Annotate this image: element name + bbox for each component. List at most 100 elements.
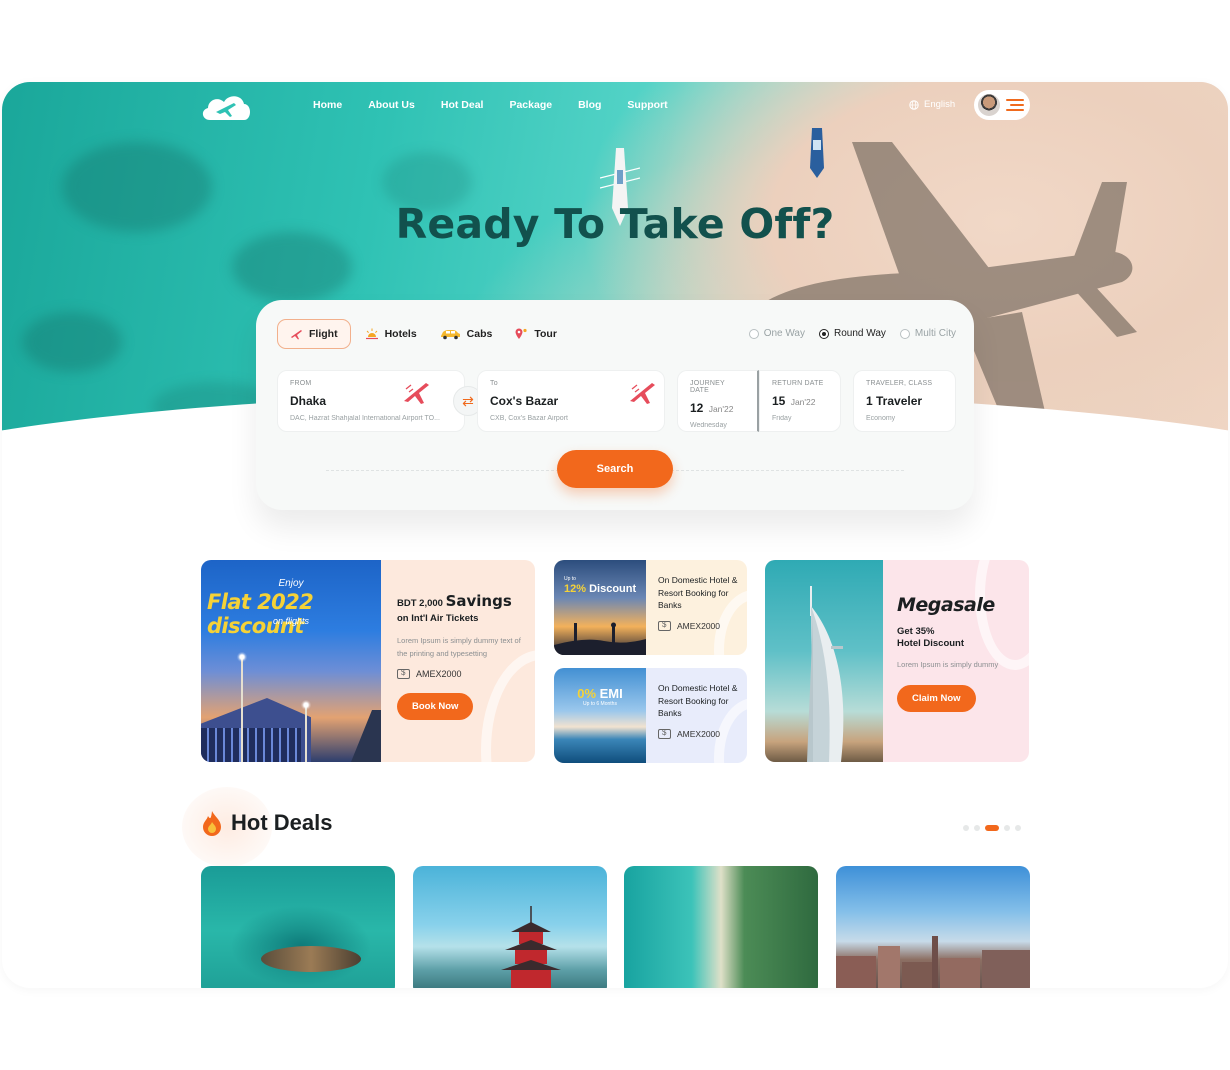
deal-card-city[interactable] <box>836 866 1030 988</box>
service-tabs: Flight Hotels Cabs Tour <box>277 319 579 349</box>
avatar <box>978 94 1000 116</box>
globe-icon <box>909 99 919 110</box>
promo-megasale-sub-1: Get 35% <box>897 626 935 637</box>
promo-image-tag: Up to 12% Discount <box>564 576 636 595</box>
radio-label: Multi City <box>914 328 956 339</box>
promo-flight-discount[interactable]: Enjoy Flat 2022 discount on flights BDT … <box>201 560 535 762</box>
promo-flight-highlight: Savings <box>445 592 512 610</box>
burj-al-arab-tower <box>807 586 844 762</box>
claim-now-button[interactable]: Claim Now <box>897 685 976 712</box>
terminal-glass <box>201 728 301 762</box>
nav-link-hot-deal[interactable]: Hot Deal <box>441 99 484 111</box>
hamburger-menu-icon[interactable] <box>1006 99 1024 111</box>
promo-flight-text: BDT 2,000 Savings on Int'l Air Tickets L… <box>397 592 525 720</box>
plane-icon <box>291 330 302 340</box>
profile-menu[interactable] <box>974 90 1030 120</box>
promo-emi-title: On Domestic Hotel & Resort Booking for B… <box>658 683 738 718</box>
radio-multi-city[interactable]: Multi City <box>899 328 956 339</box>
deal-card-island[interactable] <box>624 866 818 988</box>
traveler-class-field[interactable]: TRAVELER, CLASS 1 Traveler Economy <box>853 370 956 432</box>
promo-image-tag: 0% EMI Up to 6 Months <box>554 686 646 707</box>
from-field[interactable]: FROM Dhaka DAC, Hazrat Shahjalal Interna… <box>277 370 465 432</box>
traveler-value: 1 Traveler <box>866 394 923 408</box>
page-frame: Ready To Take Off? Home About Us Hot Dea… <box>2 82 1228 988</box>
nav-links: Home About Us Hot Deal Package Blog Supp… <box>313 99 694 111</box>
journey-month: Jan'22 <box>708 404 734 414</box>
coupon-icon <box>658 620 671 631</box>
coupon-code: AMEX2000 <box>397 668 525 679</box>
journey-date-label: JOURNEY DATE <box>690 380 725 394</box>
promo-megasale-text: Megasale Get 35% Hotel Discount Lorem Ip… <box>897 594 1022 712</box>
tab-flight[interactable]: Flight <box>277 319 351 349</box>
language-label: English <box>924 99 956 110</box>
promo-megasale-title: Megasale <box>897 594 995 616</box>
promo-flight-prefix: BDT 2,000 <box>397 598 443 609</box>
promo-megasale-sub-2: Hotel Discount <box>897 638 965 649</box>
deal-card-pagoda[interactable] <box>413 866 607 988</box>
promo-flight-desc: Lorem Ipsum is simply dummy text of the … <box>397 636 521 658</box>
coupon-text: AMEX2000 <box>416 669 462 679</box>
radio-label: Round Way <box>834 328 886 339</box>
location-pin-icon <box>515 328 527 339</box>
return-date-label: RETURN DATE <box>772 380 824 387</box>
language-selector[interactable]: English <box>909 99 955 110</box>
book-now-button[interactable]: Book Now <box>397 693 474 720</box>
promo-image-enjoy: Enjoy <box>278 578 304 589</box>
hot-deals-header: Hot Deals <box>201 810 332 836</box>
tag-upto: Up to <box>564 576 576 582</box>
search-button[interactable]: Search <box>557 450 673 488</box>
promo-hotel-discount[interactable]: Up to 12% Discount On Domestic Hotel & R… <box>554 560 747 655</box>
silhouette-people <box>554 622 646 655</box>
to-airport: CXB, Cox's Bazar Airport <box>490 415 568 422</box>
promo-hotel-emi[interactable]: 0% EMI Up to 6 Months On Domestic Hotel … <box>554 668 747 763</box>
lamp-light <box>237 652 247 662</box>
return-day: 15 <box>772 394 786 408</box>
journey-day: 12 <box>690 401 704 415</box>
city-skyline <box>836 936 1030 988</box>
fire-icon <box>203 811 221 836</box>
radio-round-way[interactable]: Round Way <box>819 328 886 339</box>
trip-type-options: One Way Round Way Multi City <box>748 328 956 339</box>
coupon-code: AMEX2000 <box>658 728 742 739</box>
lamp-light <box>301 700 311 710</box>
nav-link-support[interactable]: Support <box>627 99 667 111</box>
tab-label: Tour <box>534 328 557 340</box>
hero-title: Ready To Take Off? <box>395 200 835 248</box>
nav-link-home[interactable]: Home <box>313 99 342 111</box>
carousel-dot[interactable] <box>974 825 980 831</box>
carousel-dot[interactable] <box>1015 825 1021 831</box>
return-date-field[interactable]: RETURN DATE 15 Jan'22 Friday <box>759 370 841 432</box>
nav-link-about-us[interactable]: About Us <box>368 99 415 111</box>
radio-circle <box>819 328 829 339</box>
tab-label: Flight <box>309 328 338 340</box>
shipwreck-shape <box>261 946 361 972</box>
carousel-dot-active[interactable] <box>985 825 999 831</box>
tab-tour[interactable]: Tour <box>514 328 557 340</box>
plane-takeoff-icon <box>404 383 429 404</box>
promo-image-subline: on flights <box>272 616 310 626</box>
tab-label: Cabs <box>466 328 493 340</box>
tag-percent: 12% <box>564 583 587 595</box>
pagoda-shape <box>501 906 561 988</box>
to-field[interactable]: To Cox's Bazar CXB, Cox's Bazar Airport <box>477 370 665 432</box>
promo-pool-image: 0% EMI Up to 6 Months <box>554 668 646 763</box>
carousel-dot[interactable] <box>1004 825 1010 831</box>
return-weekday: Friday <box>772 415 792 422</box>
journey-date-field[interactable]: JOURNEY DATE 12 Jan'22 Wednesday <box>677 370 759 432</box>
radio-label: One Way <box>763 328 805 339</box>
nav-link-blog[interactable]: Blog <box>578 99 601 111</box>
deal-card-shipwreck[interactable] <box>201 866 395 988</box>
cloud-plane-logo[interactable] <box>200 92 252 122</box>
coupon-text: AMEX2000 <box>677 620 720 631</box>
promo-megasale[interactable]: Megasale Get 35% Hotel Discount Lorem Ip… <box>765 560 1029 762</box>
tab-cabs[interactable]: Cabs <box>439 328 493 340</box>
promo-airport-image: Enjoy Flat 2022 discount on flights <box>201 560 381 762</box>
carousel-dot[interactable] <box>963 825 969 831</box>
hot-deals-title: Hot Deals <box>231 810 333 835</box>
plane-tail <box>351 710 381 762</box>
radio-one-way[interactable]: One Way <box>748 328 805 339</box>
tab-hotels[interactable]: Hotels <box>365 328 417 340</box>
tag-word: Discount <box>589 583 637 595</box>
traveler-class: Economy <box>866 415 896 422</box>
nav-link-package[interactable]: Package <box>509 99 552 111</box>
